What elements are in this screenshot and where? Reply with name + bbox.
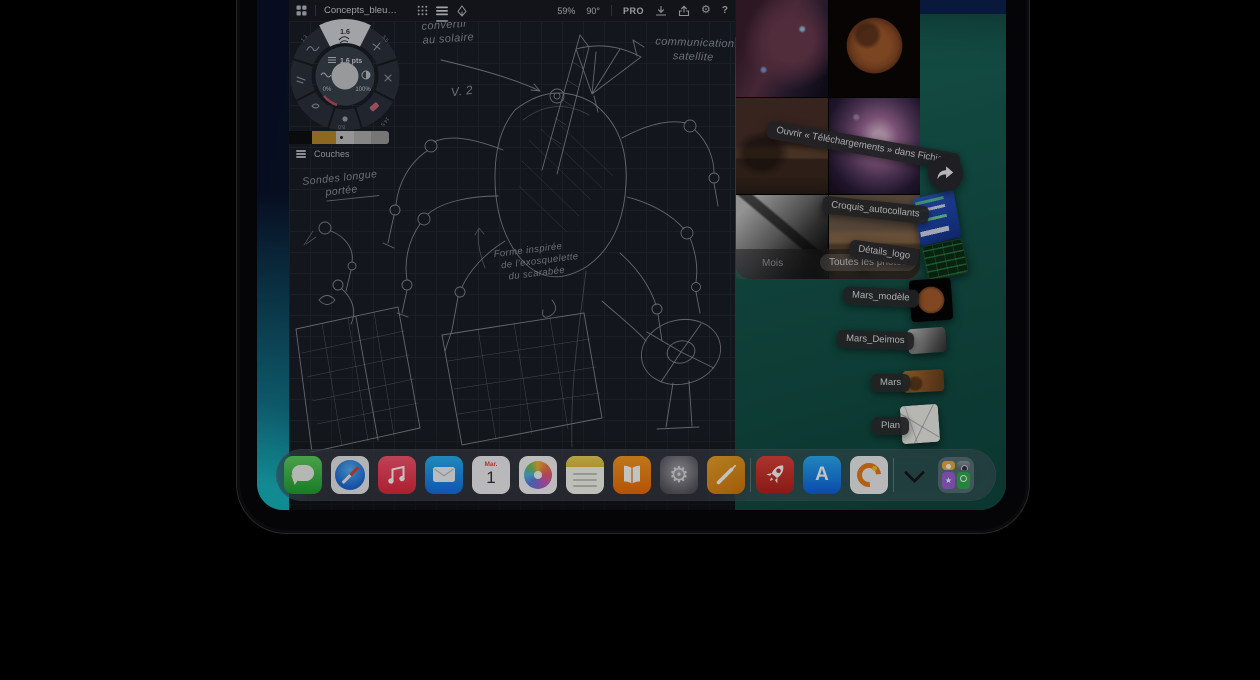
pen-icon <box>707 456 745 494</box>
pro-badge[interactable]: PRO <box>623 6 644 16</box>
dock-icon-settings[interactable]: ⚙ <box>660 456 698 494</box>
dock-icon-mail[interactable] <box>425 456 463 494</box>
photos-flower-icon <box>524 461 552 489</box>
import-icon[interactable] <box>655 5 667 17</box>
calendar-day: 1 <box>472 469 510 487</box>
palette-swatch-light1[interactable] <box>336 131 354 144</box>
document-title[interactable]: Concepts_bleu… <box>324 5 397 16</box>
wheel-selected-size: 1.6 <box>340 29 350 36</box>
ipad-screen: convertir au solaire communications sate… <box>257 0 1006 510</box>
mini-camera-icon <box>957 461 970 470</box>
dock-icon-books[interactable] <box>613 456 651 494</box>
app-grid-icon[interactable] <box>296 5 307 16</box>
rocket-icon <box>756 456 794 494</box>
svg-text:8.0: 8.0 <box>338 123 345 129</box>
svg-text:0%: 0% <box>323 87 332 93</box>
dock-icon-rocket[interactable] <box>756 456 794 494</box>
drag-label-mars-deimos[interactable]: Mars_Deimos <box>837 330 914 350</box>
color-palette-strip[interactable] <box>289 131 389 144</box>
share-forward-button[interactable] <box>928 156 963 191</box>
dock-collapse-button[interactable] <box>899 456 929 494</box>
photo-thumbnail-mars-globe[interactable] <box>829 0 921 97</box>
annotation-version: V. 2 <box>450 83 474 101</box>
drag-label-mars[interactable]: Mars <box>871 374 910 392</box>
drag-label-plan[interactable]: Plan <box>872 417 909 435</box>
svg-text:100%: 100% <box>355 87 371 93</box>
hamburger-icon <box>296 150 306 158</box>
concepts-app-window[interactable]: convertir au solaire communications sate… <box>289 0 735 510</box>
dock: Mar. 1 ⚙ <box>276 449 996 501</box>
mini-tips-icon <box>942 461 955 470</box>
dock-icon-photos[interactable] <box>519 456 557 494</box>
dots-grid-icon[interactable] <box>417 5 428 16</box>
share-arrow-icon <box>936 165 955 182</box>
gear-icon: ⚙ <box>669 464 689 486</box>
tool-wheel[interactable]: 1.6 1.3 5.5 14.5 8.0 1,6 pts 0% 100% <box>289 18 403 134</box>
app-store-a-icon: A <box>815 464 829 486</box>
message-bubble-icon <box>292 465 314 481</box>
svg-text:14.5: 14.5 <box>379 116 390 127</box>
dock-icon-music[interactable] <box>378 456 416 494</box>
music-note-icon <box>378 456 416 494</box>
palette-swatch-light3[interactable] <box>371 131 389 144</box>
zoom-level[interactable]: 59% <box>557 6 575 16</box>
annotation-comm-satellite: communications satellite <box>655 36 735 66</box>
dock-icon-messages[interactable] <box>284 456 322 494</box>
layers-button[interactable]: Couches <box>296 149 350 159</box>
dock-icon-c-app[interactable] <box>850 456 888 494</box>
palette-swatch-black[interactable] <box>289 131 312 144</box>
help-button[interactable]: ? <box>722 5 728 16</box>
dock-icon-calendar[interactable]: Mar. 1 <box>472 456 510 494</box>
brush-lines-icon[interactable] <box>436 6 448 16</box>
tab-months[interactable]: Mois <box>762 258 783 269</box>
palette-swatch-gold[interactable] <box>312 131 336 144</box>
dock-icon-safari[interactable] <box>331 456 369 494</box>
layers-label: Couches <box>314 149 350 159</box>
dock-suggested-apps[interactable]: ★ <box>938 457 974 493</box>
stage: convertir au solaire communications sate… <box>0 0 1260 680</box>
export-icon[interactable] <box>678 5 690 17</box>
toolbar-separator <box>315 5 316 16</box>
open-book-icon <box>613 456 651 494</box>
settings-gear-icon[interactable]: ⚙ <box>701 5 711 16</box>
dock-divider <box>893 458 894 492</box>
nib-tool-icon[interactable] <box>456 5 468 17</box>
mini-star-icon: ★ <box>942 472 955 490</box>
mini-timer-icon <box>957 472 970 490</box>
c-swirl-icon <box>852 458 886 492</box>
rotation-value[interactable]: 90° <box>586 6 600 16</box>
palette-swatch-light2[interactable] <box>354 131 371 144</box>
dock-divider <box>750 458 751 492</box>
photo-thumbnail-nebula-horsehead[interactable] <box>736 0 828 97</box>
dock-icon-app-store[interactable]: A <box>803 456 841 494</box>
dock-icon-notes[interactable] <box>566 456 604 494</box>
dock-icon-sketch-pen[interactable] <box>707 456 745 494</box>
chevron-down-icon <box>903 462 924 483</box>
